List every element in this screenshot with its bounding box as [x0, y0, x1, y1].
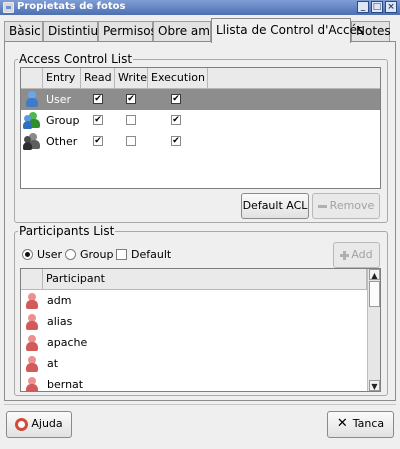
acl-table[interactable]: Entry Read Write Execution User ✔ ✔ ✔ Gr…	[20, 67, 381, 189]
default-checkbox-label[interactable]: Default	[131, 248, 171, 261]
group-execution-checkbox[interactable]: ✔	[171, 115, 181, 125]
user-execution-checkbox[interactable]: ✔	[171, 94, 181, 104]
acl-header-entry[interactable]: Entry	[43, 68, 81, 89]
remove-label: Remove	[329, 199, 375, 212]
list-item[interactable]: adm	[21, 291, 367, 312]
tab-distintius[interactable]: Distintius	[43, 21, 104, 42]
acl-frame-label: Access Control List	[18, 52, 134, 66]
default-acl-button[interactable]: Default ACL	[241, 193, 309, 219]
participant-icon	[25, 293, 39, 310]
add-icon	[340, 250, 350, 260]
participant-name: at	[47, 357, 59, 370]
acl-entry-label: Group	[46, 114, 80, 127]
participant-name: alias	[47, 315, 73, 328]
group-radio-label[interactable]: Group	[80, 248, 114, 261]
maximize-button[interactable]: □	[371, 1, 383, 13]
group-read-checkbox[interactable]: ✔	[93, 115, 103, 125]
other-icon	[23, 133, 40, 150]
acl-header-write[interactable]: Write	[115, 68, 148, 89]
remove-icon	[317, 204, 327, 208]
tab-permisos[interactable]: Permisos	[98, 21, 157, 42]
acl-header-read[interactable]: Read	[81, 68, 115, 89]
participants-list[interactable]: Participant adm alias apache at bernat ▲…	[20, 268, 381, 392]
close-icon: ✕	[336, 416, 348, 431]
tab-obre-amb[interactable]: Obre amb	[153, 21, 218, 42]
acl-entry-label: User	[46, 93, 72, 106]
footer-separator	[4, 404, 396, 405]
participant-icon	[25, 335, 39, 352]
acl-header-execution[interactable]: Execution	[148, 68, 208, 89]
tab-basic[interactable]: Bàsic	[4, 21, 43, 42]
window-titlebar: Propietats de fotos _ □ ×	[0, 0, 400, 15]
help-button[interactable]: Ajuda	[6, 411, 72, 438]
list-item[interactable]: bernat	[21, 375, 367, 391]
group-write-checkbox[interactable]	[126, 115, 136, 125]
close-window-button[interactable]: ×	[385, 1, 397, 13]
other-read-checkbox[interactable]: ✔	[93, 136, 103, 146]
participant-icon	[25, 377, 39, 391]
acl-row-other[interactable]: Other ✔ ✔	[21, 131, 380, 152]
window-title: Propietats de fotos	[17, 1, 126, 12]
group-icon	[23, 112, 40, 129]
add-label: Add	[351, 248, 373, 261]
lifebuoy-icon	[15, 417, 29, 431]
scrollbar-thumb[interactable]	[369, 281, 380, 307]
tab-bar: Bàsic Distintius Permisos Obre amb Llist…	[0, 18, 400, 43]
acl-header-icon	[21, 68, 43, 89]
minimize-button[interactable]: _	[357, 1, 369, 13]
user-radio-label[interactable]: User	[37, 248, 62, 261]
participants-header[interactable]: Participant	[43, 269, 367, 290]
list-item[interactable]: alias	[21, 312, 367, 333]
user-write-checkbox[interactable]: ✔	[126, 94, 136, 104]
participant-icon	[25, 314, 39, 331]
close-button[interactable]: ✕ Tanca	[327, 411, 394, 438]
group-radio[interactable]	[65, 249, 76, 260]
other-execution-checkbox[interactable]: ✔	[171, 136, 181, 146]
participant-icon	[25, 356, 39, 373]
acl-row-group[interactable]: Group ✔ ✔	[21, 110, 380, 131]
user-read-checkbox[interactable]: ✔	[93, 94, 103, 104]
participant-name: bernat	[47, 378, 84, 391]
help-label: Ajuda	[31, 417, 63, 430]
user-radio[interactable]	[22, 249, 33, 260]
participant-name: apache	[47, 336, 88, 349]
other-write-checkbox[interactable]	[126, 136, 136, 146]
remove-button[interactable]: Remove	[312, 193, 380, 219]
user-icon	[25, 91, 39, 108]
scroll-up-icon[interactable]: ▲	[369, 269, 380, 280]
participants-frame-label: Participants List	[18, 224, 116, 238]
scroll-down-icon[interactable]: ▼	[369, 380, 380, 391]
window-menu-icon[interactable]	[3, 2, 14, 13]
tab-acl[interactable]: Llista de Control d'Accés	[211, 18, 363, 43]
list-item[interactable]: apache	[21, 333, 367, 354]
participants-scrollbar[interactable]: ▲ ▼	[367, 269, 380, 391]
acl-entry-label: Other	[46, 135, 78, 148]
default-checkbox[interactable]	[116, 249, 127, 260]
participant-name: adm	[47, 294, 72, 307]
close-label: Tanca	[352, 417, 385, 430]
participants-header-icon	[21, 269, 43, 290]
list-item[interactable]: at	[21, 354, 367, 375]
acl-row-user[interactable]: User ✔ ✔ ✔	[21, 89, 380, 110]
acl-header-filler	[208, 68, 380, 89]
add-button[interactable]: Add	[333, 242, 380, 268]
